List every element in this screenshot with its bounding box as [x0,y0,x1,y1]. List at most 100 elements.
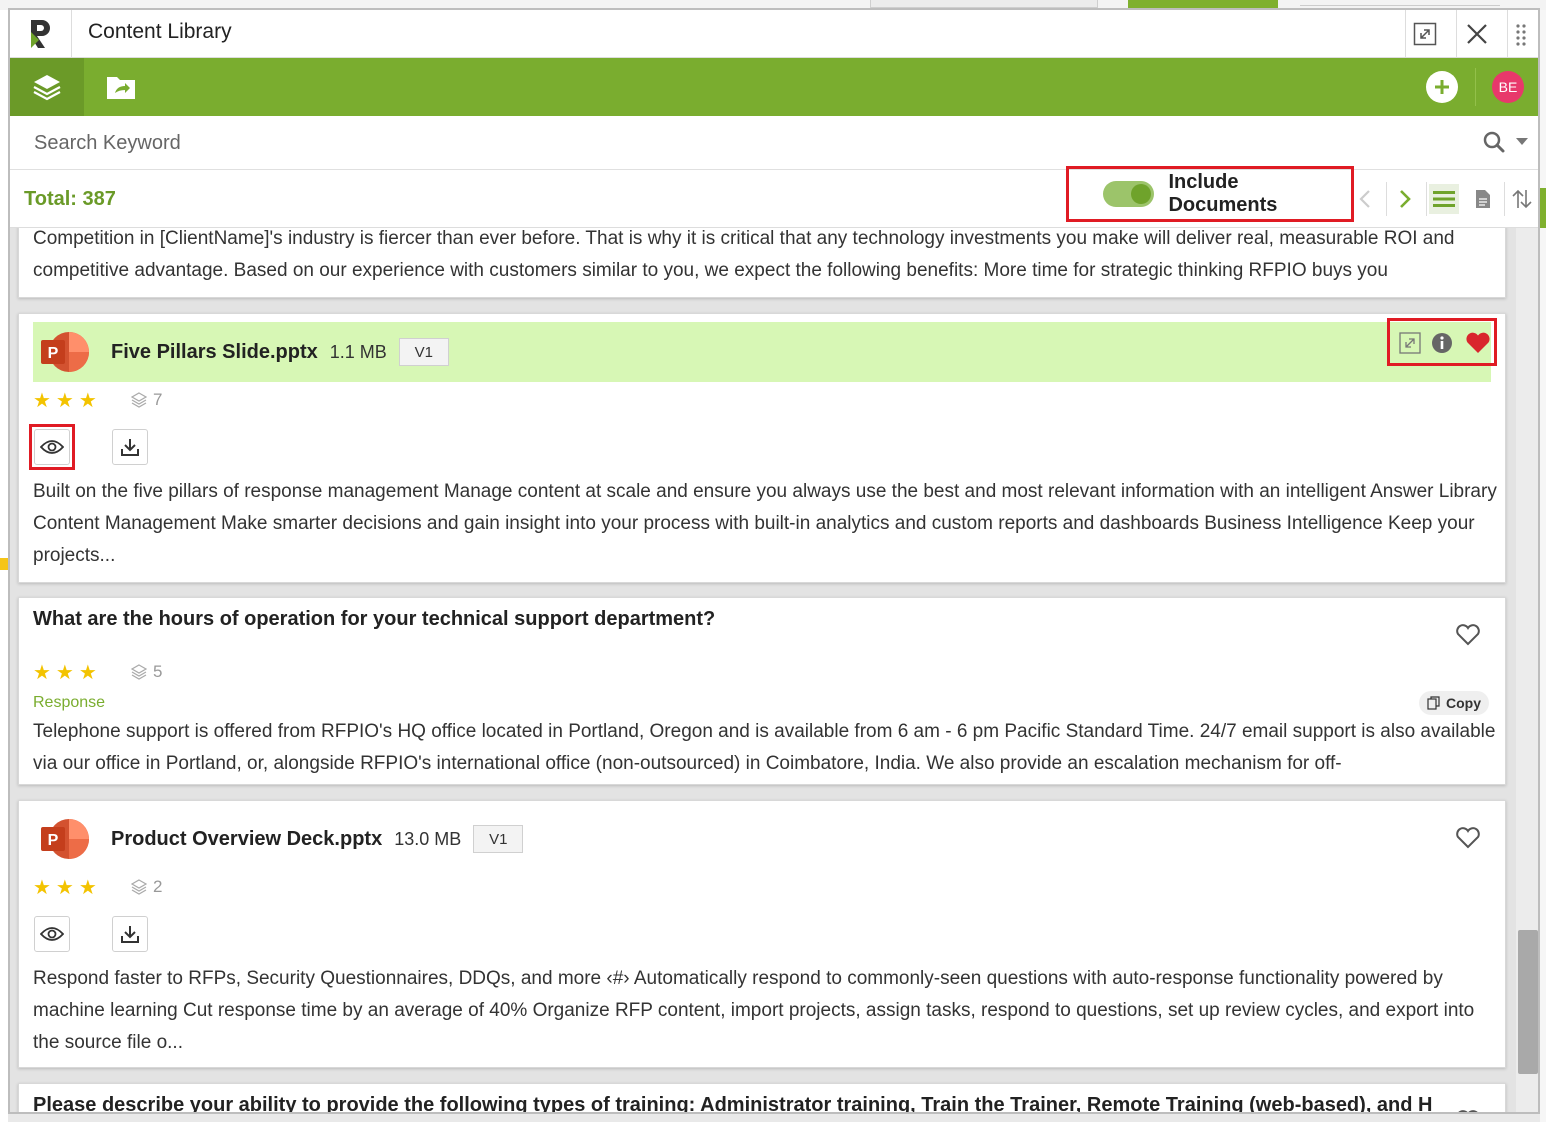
library-nav-bar: BE [10,58,1538,116]
question-title[interactable]: What are the hours of operation for your… [33,608,715,631]
open-external-button[interactable] [1395,328,1425,358]
usage-count: 7 [131,390,162,410]
response-label: Response [33,694,106,711]
background-return-button [870,0,1098,8]
rating-stars: ★★★ [33,390,102,412]
list-item[interactable]: What are the hours of operation for your… [18,597,1506,785]
search-options-dropdown[interactable] [1516,138,1528,145]
response-text: Telephone support is offered from RFPIO'… [33,721,1496,774]
layers-icon [33,75,61,101]
content-list[interactable]: Competition in [ClientName]'s industry i… [10,228,1514,1112]
add-content-button[interactable] [1426,71,1458,103]
eye-icon [40,927,64,941]
document-name[interactable]: Product Overview Deck.pptx [111,828,382,851]
document-header: P Five Pillars Slide.pptx 1.1 MB V1 [33,322,1491,382]
favorite-button[interactable] [1453,620,1483,650]
document-view-button[interactable] [1468,184,1498,214]
close-button[interactable] [1460,18,1494,50]
panel-title: Content Library [88,20,232,43]
layers-icon [131,664,147,680]
preview-button[interactable] [34,916,70,952]
rfpio-logo-icon [30,19,50,48]
divider [1475,68,1476,106]
include-documents-toggle-group: Include Documents [1066,166,1354,222]
list-item[interactable]: P Product Overview Deck.pptx 13.0 MB V1 … [18,800,1506,1068]
total-count: Total: 387 [24,188,116,210]
divider [1405,10,1406,57]
plus-icon [1435,80,1449,94]
download-icon [121,926,139,943]
heart-outline-icon [1456,624,1480,646]
usage-count: 5 [131,662,162,682]
heart-outline-icon [1456,827,1480,849]
divider [1456,10,1457,57]
search-button[interactable] [1482,130,1506,159]
rating-stars: ★★★ [33,877,102,899]
sort-icon [1512,189,1532,209]
download-button[interactable] [112,429,148,465]
usage-value: 5 [153,662,163,681]
previous-page-button[interactable] [1350,184,1380,214]
app-logo [10,10,72,57]
drag-handle[interactable] [1506,18,1536,50]
svg-text:P: P [48,345,59,362]
content-text: Competition in [ClientName]'s industry i… [33,228,1455,281]
search-input[interactable] [24,126,1424,160]
background-search [1300,0,1500,6]
list-view-button[interactable] [1429,184,1459,214]
info-icon [1432,333,1452,353]
download-button[interactable] [112,916,148,952]
tab-shared-folders[interactable] [84,58,158,116]
usage-count: 2 [131,877,162,897]
user-avatar[interactable]: BE [1492,71,1524,103]
panel-titlebar: Content Library [10,10,1538,58]
background-tour-button [1128,0,1278,8]
preview-button[interactable] [34,429,70,465]
list-view-icon [1433,191,1455,207]
include-documents-label: Include Documents [1168,171,1278,216]
chevron-right-icon [1400,190,1411,208]
document-name[interactable]: Five Pillars Slide.pptx [111,341,318,364]
powerpoint-icon: P [41,328,89,376]
version-badge: V1 [473,825,524,853]
list-item[interactable]: P Five Pillars Slide.pptx 1.1 MB V1 ★★★ … [18,313,1506,583]
favorite-button[interactable] [1453,823,1483,853]
svg-text:P: P [48,832,59,849]
divider [1426,182,1427,216]
document-icon [1476,190,1490,208]
divider [1504,182,1505,216]
document-size: 1.1 MB [329,341,387,362]
drag-handle-icon [1516,24,1526,46]
copy-button[interactable]: Copy [1419,691,1489,715]
document-size: 13.0 MB [394,828,462,849]
layers-icon [131,392,147,408]
favorite-button[interactable] [1463,328,1493,358]
toggle-knob [1131,184,1152,204]
favorite-button[interactable] [1453,1106,1483,1112]
info-button[interactable] [1427,328,1457,358]
background-right-edge [1540,10,1546,1122]
tab-content-library[interactable] [10,58,84,116]
download-icon [121,439,139,456]
background-left-edge [0,10,8,1122]
question-title[interactable]: Please describe your ability to provide … [33,1094,1433,1112]
copy-icon [1427,696,1440,710]
eye-icon [40,440,64,454]
background-marker [1540,188,1546,228]
content-library-panel: Content Library BE Search Keyword Total:… [8,8,1540,1114]
list-scrollbar-thumb[interactable] [1518,930,1538,1074]
list-item[interactable]: Please describe your ability to provide … [18,1083,1506,1112]
copy-label: Copy [1446,695,1481,711]
results-toolbar: Total: 387 Include Documents [10,166,1538,228]
sort-button[interactable] [1507,184,1537,214]
expand-icon [1399,332,1421,354]
document-excerpt: Built on the five pillars of response ma… [33,481,1497,566]
expand-window-button[interactable] [1408,18,1442,50]
background-marker [0,558,8,570]
list-item[interactable]: Competition in [ClientName]'s industry i… [18,228,1506,298]
search-icon [1483,131,1505,153]
heart-outline-icon [1458,1110,1478,1112]
include-documents-toggle[interactable] [1103,181,1155,207]
next-page-button[interactable] [1390,184,1420,214]
rating-stars: ★★★ [33,662,102,684]
